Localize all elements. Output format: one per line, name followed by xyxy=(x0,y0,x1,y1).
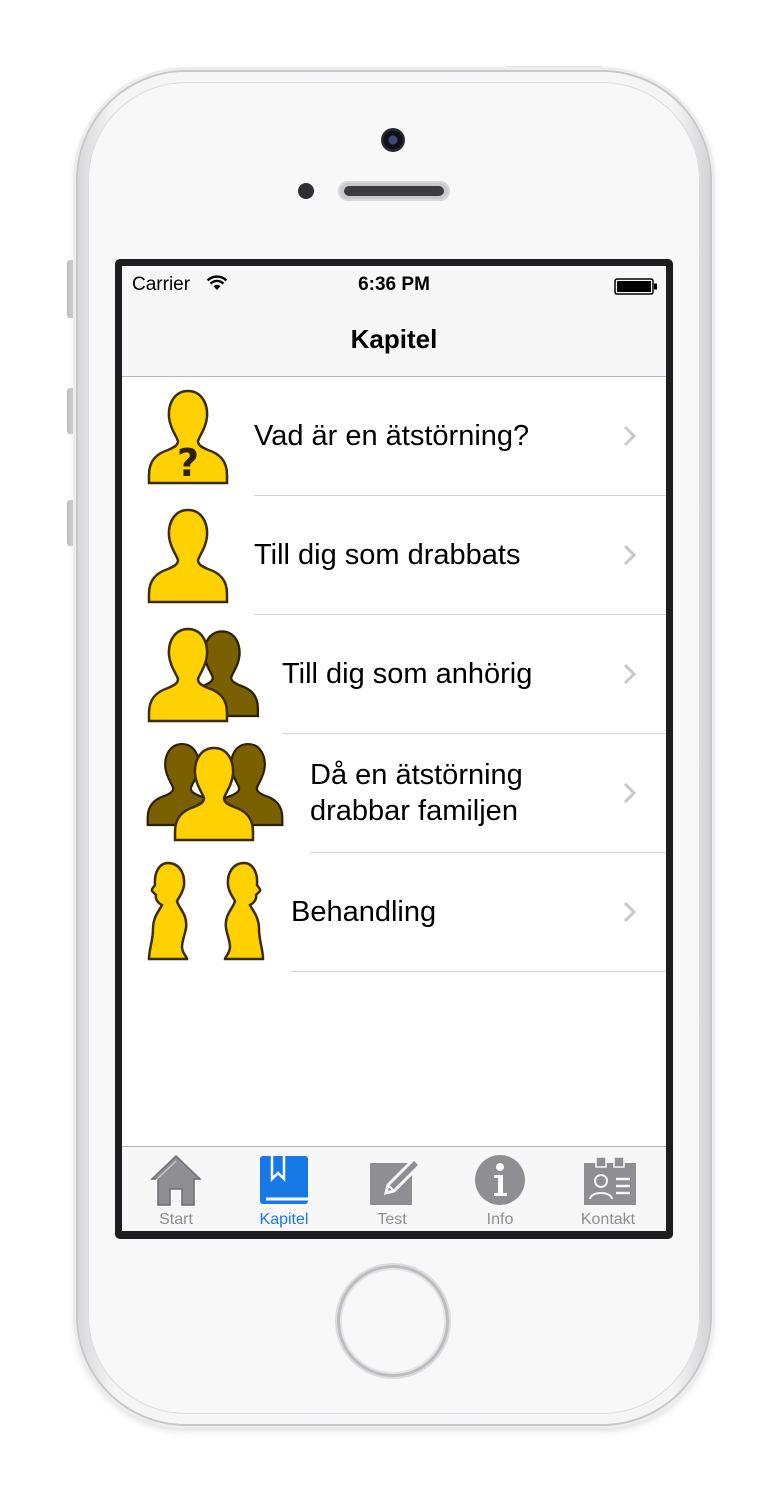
row-divider xyxy=(291,971,666,972)
house-icon xyxy=(150,1154,202,1206)
two-profiles-icon xyxy=(144,858,268,968)
family-icon xyxy=(144,739,284,849)
app-screen: Carrier 6:36 PM Kapitel ? Vad är en ätst… xyxy=(122,266,666,1231)
bookmark-book-icon xyxy=(260,1156,308,1204)
front-camera xyxy=(381,128,405,152)
chevron-right-icon xyxy=(622,424,638,453)
chapter-label: Till dig som drabbats xyxy=(254,539,521,571)
chevron-right-icon xyxy=(622,543,638,572)
mute-switch xyxy=(67,260,78,318)
home-button[interactable] xyxy=(337,1265,449,1377)
chapter-label: Vad är en ätstörning? xyxy=(254,420,530,452)
two-people-icon xyxy=(144,620,262,730)
battery-icon xyxy=(614,278,658,302)
volume-down-button xyxy=(67,500,78,546)
volume-up-button xyxy=(67,388,78,434)
page-title: Kapitel xyxy=(350,324,438,354)
earpiece-speaker xyxy=(338,181,450,201)
chapter-row-3[interactable]: Till dig som anhörig xyxy=(122,615,666,734)
person-question-icon: ? xyxy=(144,382,234,492)
navigation-bar: Kapitel xyxy=(122,306,666,377)
tab-label: Start xyxy=(159,1211,193,1228)
tab-label: Test xyxy=(377,1211,407,1228)
chapter-row-4[interactable]: Då en ätstörning drabbar familjen xyxy=(122,734,666,853)
tab-info[interactable]: Info xyxy=(446,1147,554,1231)
chapter-list: ? Vad är en ätstörning? Till dig som dra… xyxy=(122,377,666,972)
chevron-right-icon xyxy=(622,781,638,810)
tab-test[interactable]: Test xyxy=(338,1147,446,1231)
svg-text:?: ? xyxy=(177,441,199,485)
person-icon xyxy=(144,501,234,611)
status-bar: Carrier 6:36 PM xyxy=(122,266,666,306)
proximity-sensor xyxy=(298,183,314,199)
contact-card-icon xyxy=(584,1156,636,1205)
chapter-row-1[interactable]: ? Vad är en ätstörning? xyxy=(122,377,666,496)
clock-label: 6:36 PM xyxy=(358,274,430,295)
tab-kontakt[interactable]: Kontakt xyxy=(554,1147,662,1231)
chevron-right-icon xyxy=(622,900,638,929)
chapter-row-2[interactable]: Till dig som drabbats xyxy=(122,496,666,615)
chapter-label: Då en ätstörning drabbar familjen xyxy=(310,759,523,827)
tab-label: Kapitel xyxy=(259,1211,309,1228)
info-circle-icon xyxy=(475,1155,525,1205)
chapter-label: Till dig som anhörig xyxy=(282,658,533,690)
device-frame: Carrier 6:36 PM Kapitel ? Vad är en ätst… xyxy=(0,0,781,1500)
chevron-right-icon xyxy=(622,662,638,691)
tab-label: Kontakt xyxy=(580,1211,636,1228)
chapter-label: Behandling xyxy=(291,896,437,928)
tab-label: Info xyxy=(486,1211,514,1228)
tab-start[interactable]: Start xyxy=(122,1147,230,1231)
pencil-note-icon xyxy=(370,1156,422,1205)
chapter-row-5[interactable]: Behandling xyxy=(122,853,666,972)
tab-bar: Start Kapitel Test Info Kontakt xyxy=(122,1146,666,1231)
tab-kapitel[interactable]: Kapitel xyxy=(230,1147,338,1231)
